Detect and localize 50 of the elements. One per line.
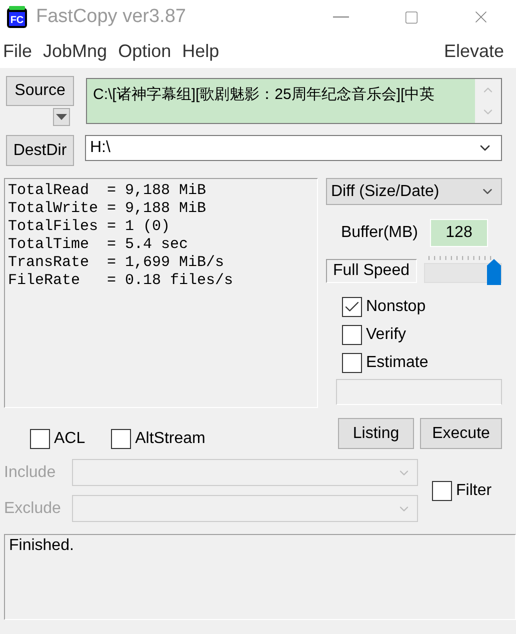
speed-label: Full Speed — [326, 259, 416, 283]
checkbox[interactable]: Nonstop — [342, 297, 502, 317]
stat-line: TotalFiles = 1 (0) — [8, 218, 172, 236]
checkbox-label[interactable]: AltStream — [135, 430, 206, 448]
checkbox-label[interactable]: Verify — [366, 326, 406, 344]
destdir-button[interactable]: DestDir — [6, 135, 74, 166]
window-title: FastCopy ver3.87 — [36, 6, 187, 28]
down-triangle-icon — [56, 114, 67, 120]
checkbox[interactable]: Verify — [342, 325, 502, 345]
filter-label: Exclude — [4, 500, 62, 518]
checkbox[interactable]: Estimate — [342, 353, 502, 373]
stat-line: TransRate = 1,699 MiB/s — [8, 254, 226, 272]
checkbox-box[interactable] — [342, 353, 362, 373]
source-path: C:\[诸神字幕组][歌剧魅影：25周年纪念音乐会][中英 — [92, 85, 436, 105]
stat-line: TotalRead = 9,188 MiB — [8, 182, 208, 200]
destination-combobox[interactable]: H:\ — [85, 135, 502, 161]
filter-label: Include — [4, 464, 57, 482]
checkbox-box[interactable] — [342, 325, 362, 345]
maximize-icon — [404, 10, 418, 24]
menu-item[interactable]: Help — [181, 40, 230, 62]
slider-ticks — [428, 255, 492, 261]
history-dropdown-button[interactable] — [53, 108, 70, 126]
menu-item[interactable]: Option — [117, 40, 182, 62]
menu-item[interactable]: JobMng — [42, 40, 118, 62]
menu-item[interactable]: File — [2, 40, 42, 62]
checkbox-box[interactable] — [432, 480, 452, 500]
status-log: Finished. — [4, 534, 516, 620]
action-button[interactable]: Listing — [338, 418, 414, 449]
checkbox[interactable]: AltStream — [111, 429, 206, 449]
app-logo: FC — [6, 5, 28, 29]
checkbox-label[interactable]: Nonstop — [366, 298, 426, 316]
stat-line: TotalWrite = 9,188 MiB — [8, 200, 208, 218]
elevate-menu-item[interactable]: Elevate — [442, 40, 514, 62]
action-button[interactable]: Execute — [420, 418, 502, 449]
checkbox[interactable]: ACL — [30, 429, 86, 449]
checkbox-label[interactable]: Estimate — [366, 354, 428, 372]
source-button[interactable]: Source — [6, 76, 74, 106]
buffer-field[interactable]: 128 — [430, 219, 488, 247]
mode-dropdown[interactable]: Diff (Size/Date) — [326, 178, 502, 205]
checkbox-box[interactable] — [342, 297, 362, 317]
stat-line: TotalTime = 5.4 sec — [8, 236, 190, 254]
minimize-icon — [333, 16, 349, 18]
slider-thumb[interactable] — [487, 259, 501, 285]
checkbox-label[interactable]: Filter — [456, 482, 492, 500]
checkbox-label[interactable]: ACL — [54, 430, 86, 448]
buffer-label: Buffer(MB) — [340, 224, 418, 242]
stat-line: FileRate = 0.18 files/s — [8, 272, 234, 290]
checkbox-box[interactable] — [30, 429, 50, 449]
checkbox[interactable]: Filter — [432, 480, 492, 500]
checkbox-box[interactable] — [111, 429, 132, 449]
